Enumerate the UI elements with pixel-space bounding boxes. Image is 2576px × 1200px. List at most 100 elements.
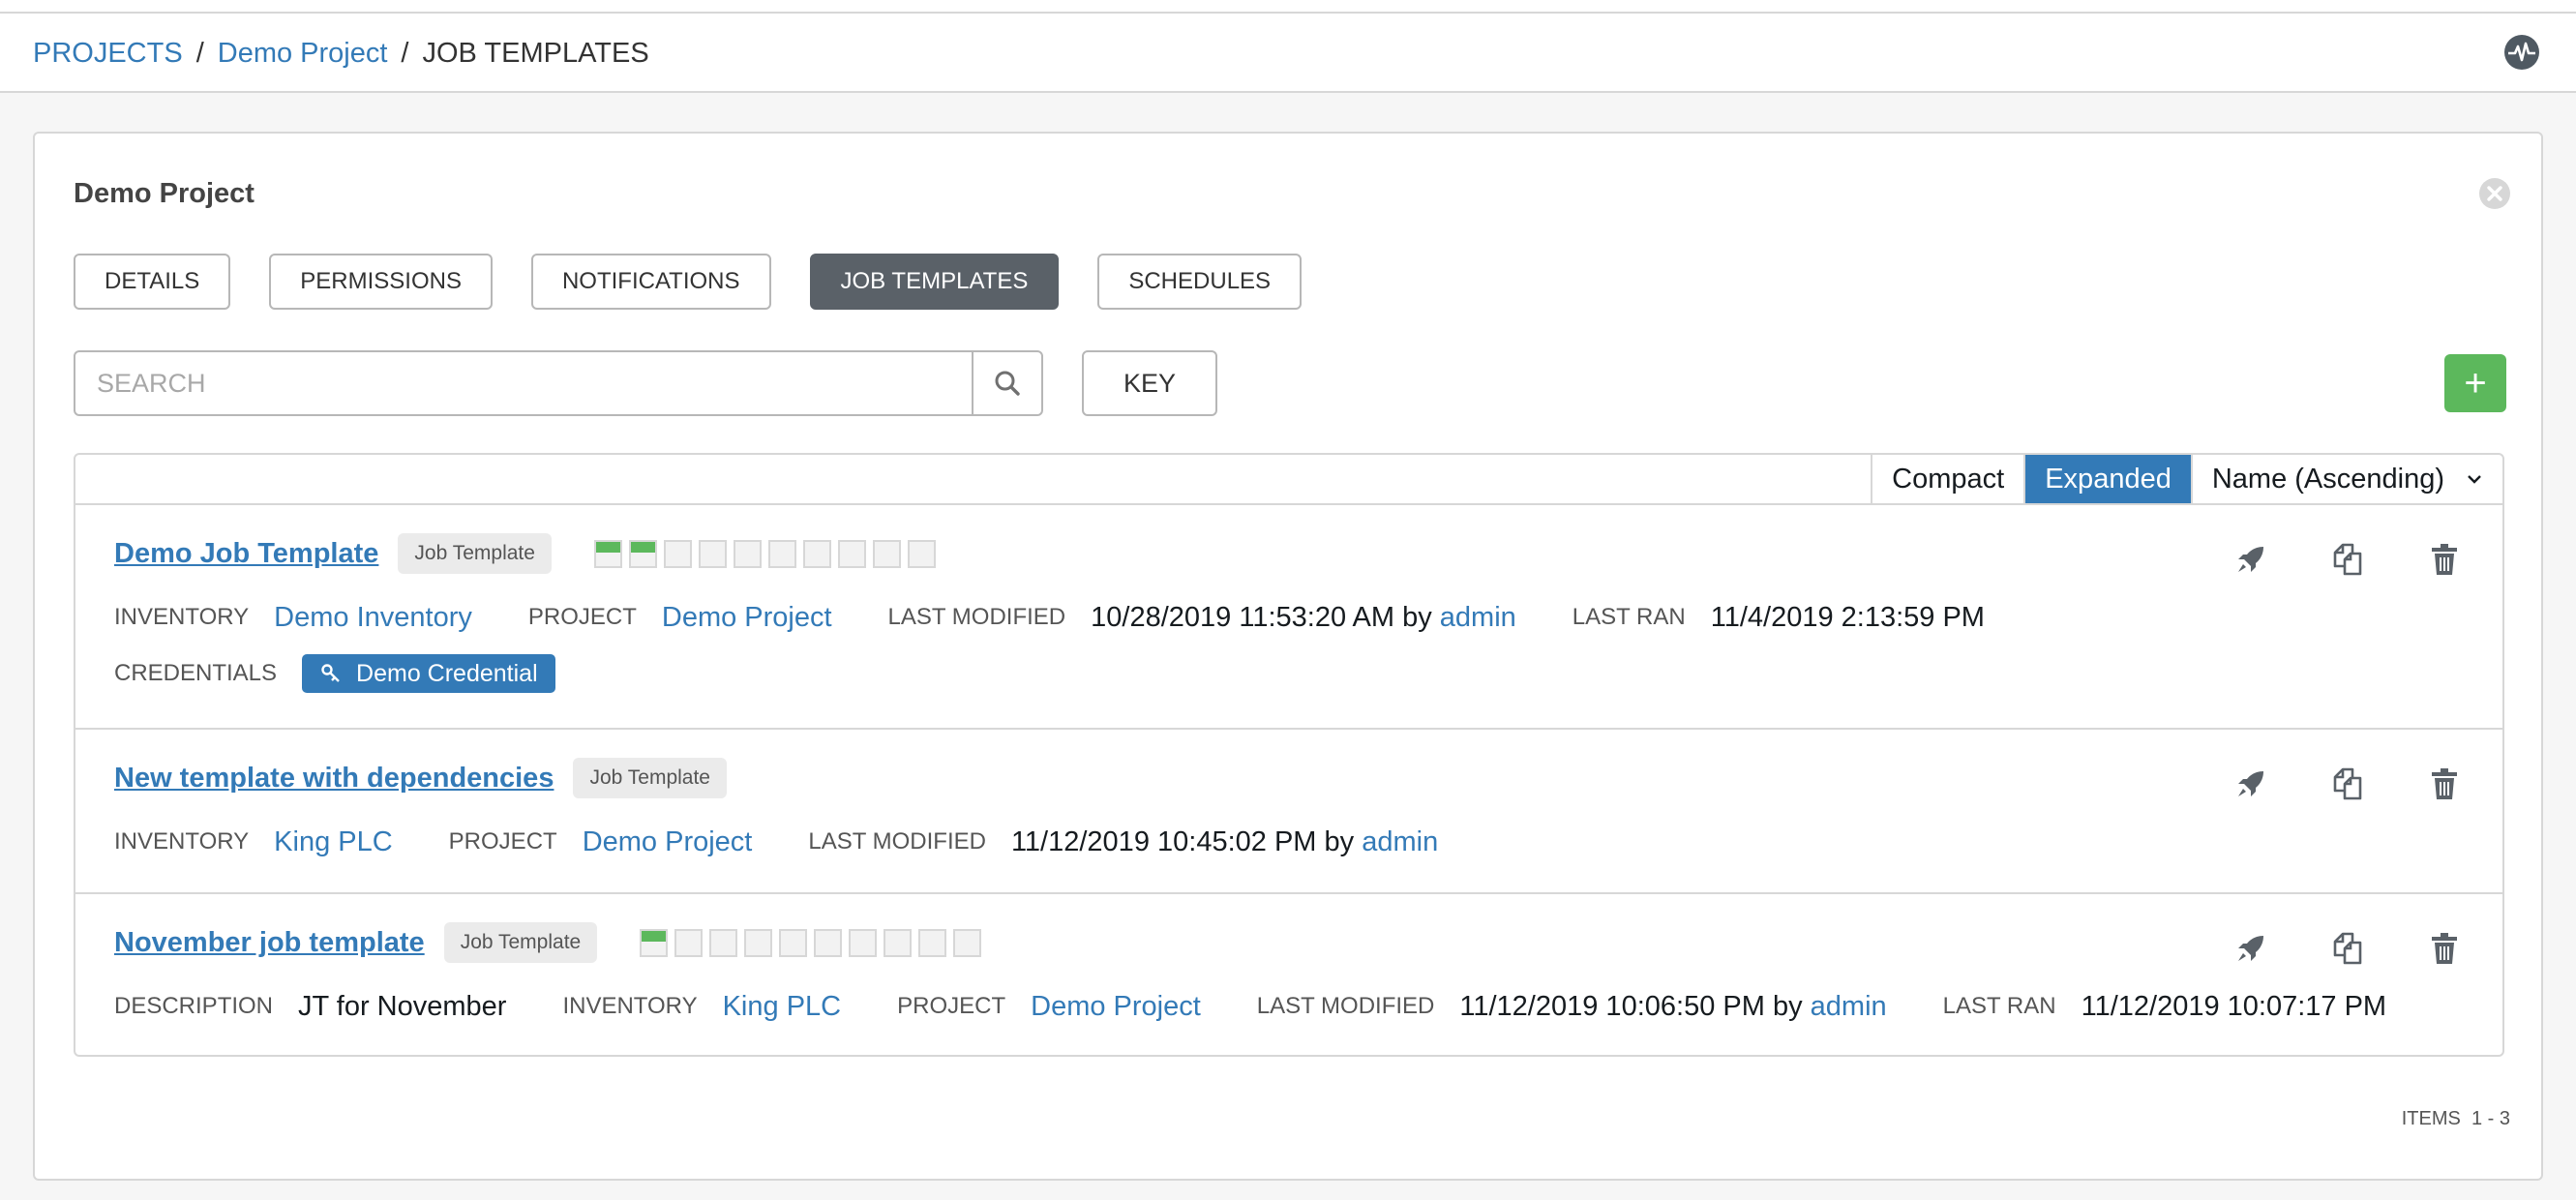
delete-button[interactable] (2425, 929, 2464, 968)
row-actions (2173, 929, 2464, 968)
add-button[interactable]: + (2444, 354, 2506, 412)
search-button[interactable] (972, 352, 1041, 414)
modified-by-link[interactable]: admin (1362, 826, 1438, 857)
list-item: November job template Job Template DESCR… (75, 894, 2502, 1057)
view-toggle: Compact Expanded Name (Ascending) (1871, 455, 2502, 503)
info-line: DESCRIPTION JT for November INVENTORY Ki… (114, 987, 2442, 1026)
key-button[interactable]: KEY (1082, 350, 1217, 416)
activity-stream-icon[interactable] (2502, 33, 2541, 72)
project-link[interactable]: Demo Project (583, 826, 753, 857)
breadcrumb-bar: PROJECTS / Demo Project / JOB TEMPLATES (0, 14, 2576, 93)
last-ran-value: 11/4/2019 2:13:59 PM (1710, 601, 1985, 633)
inventory-label: INVENTORY (562, 993, 698, 1019)
search-box (74, 350, 1043, 416)
list-item: Demo Job Template Job Template INVENTORY (75, 505, 2502, 730)
job-status-empty (849, 928, 878, 957)
sort-select-value: Name (Ascending) (2211, 463, 2444, 495)
launch-button[interactable] (2232, 540, 2270, 579)
inventory-label: INVENTORY (114, 604, 250, 630)
items-label: ITEMS (2401, 1108, 2461, 1129)
modified-by-link[interactable]: admin (1811, 991, 1887, 1022)
job-status-empty (884, 928, 913, 957)
by-text: by (1402, 601, 1432, 633)
delete-icon (2432, 933, 2457, 964)
breadcrumb-current: JOB TEMPLATES (422, 37, 649, 69)
copy-icon (2333, 932, 2362, 965)
tab-permissions[interactable]: PERMISSIONS (269, 254, 493, 310)
by-text: by (1324, 825, 1355, 857)
job-template-name[interactable]: November job template (114, 927, 425, 959)
launch-rocket-icon (2238, 547, 2263, 572)
project-panel: Demo Project DETAILS PERMISSIONS NOTIFIC… (33, 132, 2543, 1181)
delete-icon (2432, 768, 2457, 799)
job-status-empty (674, 928, 704, 957)
job-status-empty (872, 539, 901, 568)
list-item-header: Demo Job Template Job Template (114, 532, 943, 575)
last-modified-label: LAST MODIFIED (808, 828, 986, 855)
last-ran-label: LAST RAN (1572, 604, 1686, 630)
delete-button[interactable] (2425, 765, 2464, 803)
job-status-empty (837, 539, 866, 568)
row-actions (2173, 540, 2464, 579)
tab-bar: DETAILS PERMISSIONS NOTIFICATIONS JOB TE… (74, 254, 1340, 310)
job-status-empty (907, 539, 936, 568)
tab-schedules[interactable]: SCHEDULES (1097, 254, 1303, 310)
project-label: PROJECT (527, 604, 637, 630)
project-link[interactable]: Demo Project (662, 602, 832, 633)
panel-title: Demo Project (74, 178, 255, 209)
list-item-header: New template with dependencies Job Templ… (114, 757, 727, 799)
project-link[interactable]: Demo Project (1031, 991, 1201, 1022)
sort-select[interactable]: Name (Ascending) (2190, 455, 2502, 503)
items-range: 1 - 3 (2471, 1108, 2510, 1129)
job-status-success[interactable] (593, 539, 622, 568)
job-status-empty (744, 928, 773, 957)
recent-jobs-sparkline (593, 539, 943, 568)
copy-button[interactable] (2328, 929, 2367, 968)
type-badge: Job Template (443, 922, 598, 963)
list-header: Compact Expanded Name (Ascending) (75, 455, 2502, 505)
expanded-view-button[interactable]: Expanded (2023, 455, 2191, 503)
compact-view-button[interactable]: Compact (1871, 455, 2024, 503)
launch-button[interactable] (2232, 929, 2270, 968)
job-status-success[interactable] (640, 928, 669, 957)
row-actions (2173, 765, 2464, 803)
close-icon[interactable] (2477, 176, 2512, 211)
items-count: ITEMS 1 - 3 (2402, 1108, 2510, 1130)
job-status-empty (779, 928, 808, 957)
modified-by-link[interactable]: admin (1440, 602, 1516, 633)
job-status-empty (953, 928, 982, 957)
tab-details[interactable]: DETAILS (74, 254, 231, 310)
list-item-header: November job template Job Template (114, 921, 988, 964)
last-modified-label: LAST MODIFIED (1256, 993, 1435, 1019)
info-line: INVENTORY Demo Inventory PROJECT Demo Pr… (114, 598, 2041, 637)
delete-button[interactable] (2425, 540, 2464, 579)
job-status-success[interactable] (628, 539, 657, 568)
launch-button[interactable] (2232, 765, 2270, 803)
job-template-name[interactable]: Demo Job Template (114, 538, 378, 570)
project-label: PROJECT (448, 828, 557, 855)
copy-button[interactable] (2328, 540, 2367, 579)
copy-button[interactable] (2328, 765, 2367, 803)
job-status-empty (802, 539, 831, 568)
last-modified-value: 11/12/2019 10:06:50 PM (1459, 990, 1765, 1022)
launch-rocket-icon (2238, 936, 2263, 961)
description-value: JT for November (298, 990, 507, 1022)
search-input[interactable] (75, 352, 972, 414)
tab-notifications[interactable]: NOTIFICATIONS (530, 254, 771, 310)
inventory-link[interactable]: Demo Inventory (274, 602, 472, 633)
breadcrumb-separator: / (401, 37, 409, 69)
tab-job-templates[interactable]: JOB TEMPLATES (809, 254, 1060, 310)
last-modified-value: 11/12/2019 10:45:02 PM (1010, 825, 1317, 857)
breadcrumb-demo-project[interactable]: Demo Project (218, 38, 388, 70)
project-label: PROJECT (897, 993, 1006, 1019)
job-template-name[interactable]: New template with dependencies (114, 763, 554, 795)
job-status-empty (733, 539, 762, 568)
last-modified-label: LAST MODIFIED (887, 604, 1066, 630)
description-label: DESCRIPTION (114, 993, 274, 1019)
key-icon (321, 664, 340, 682)
copy-icon (2333, 767, 2362, 800)
inventory-link[interactable]: King PLC (274, 826, 393, 857)
breadcrumb-projects[interactable]: PROJECTS (33, 38, 183, 70)
credential-chip[interactable]: Demo Credential (302, 654, 555, 693)
inventory-link[interactable]: King PLC (723, 991, 842, 1022)
